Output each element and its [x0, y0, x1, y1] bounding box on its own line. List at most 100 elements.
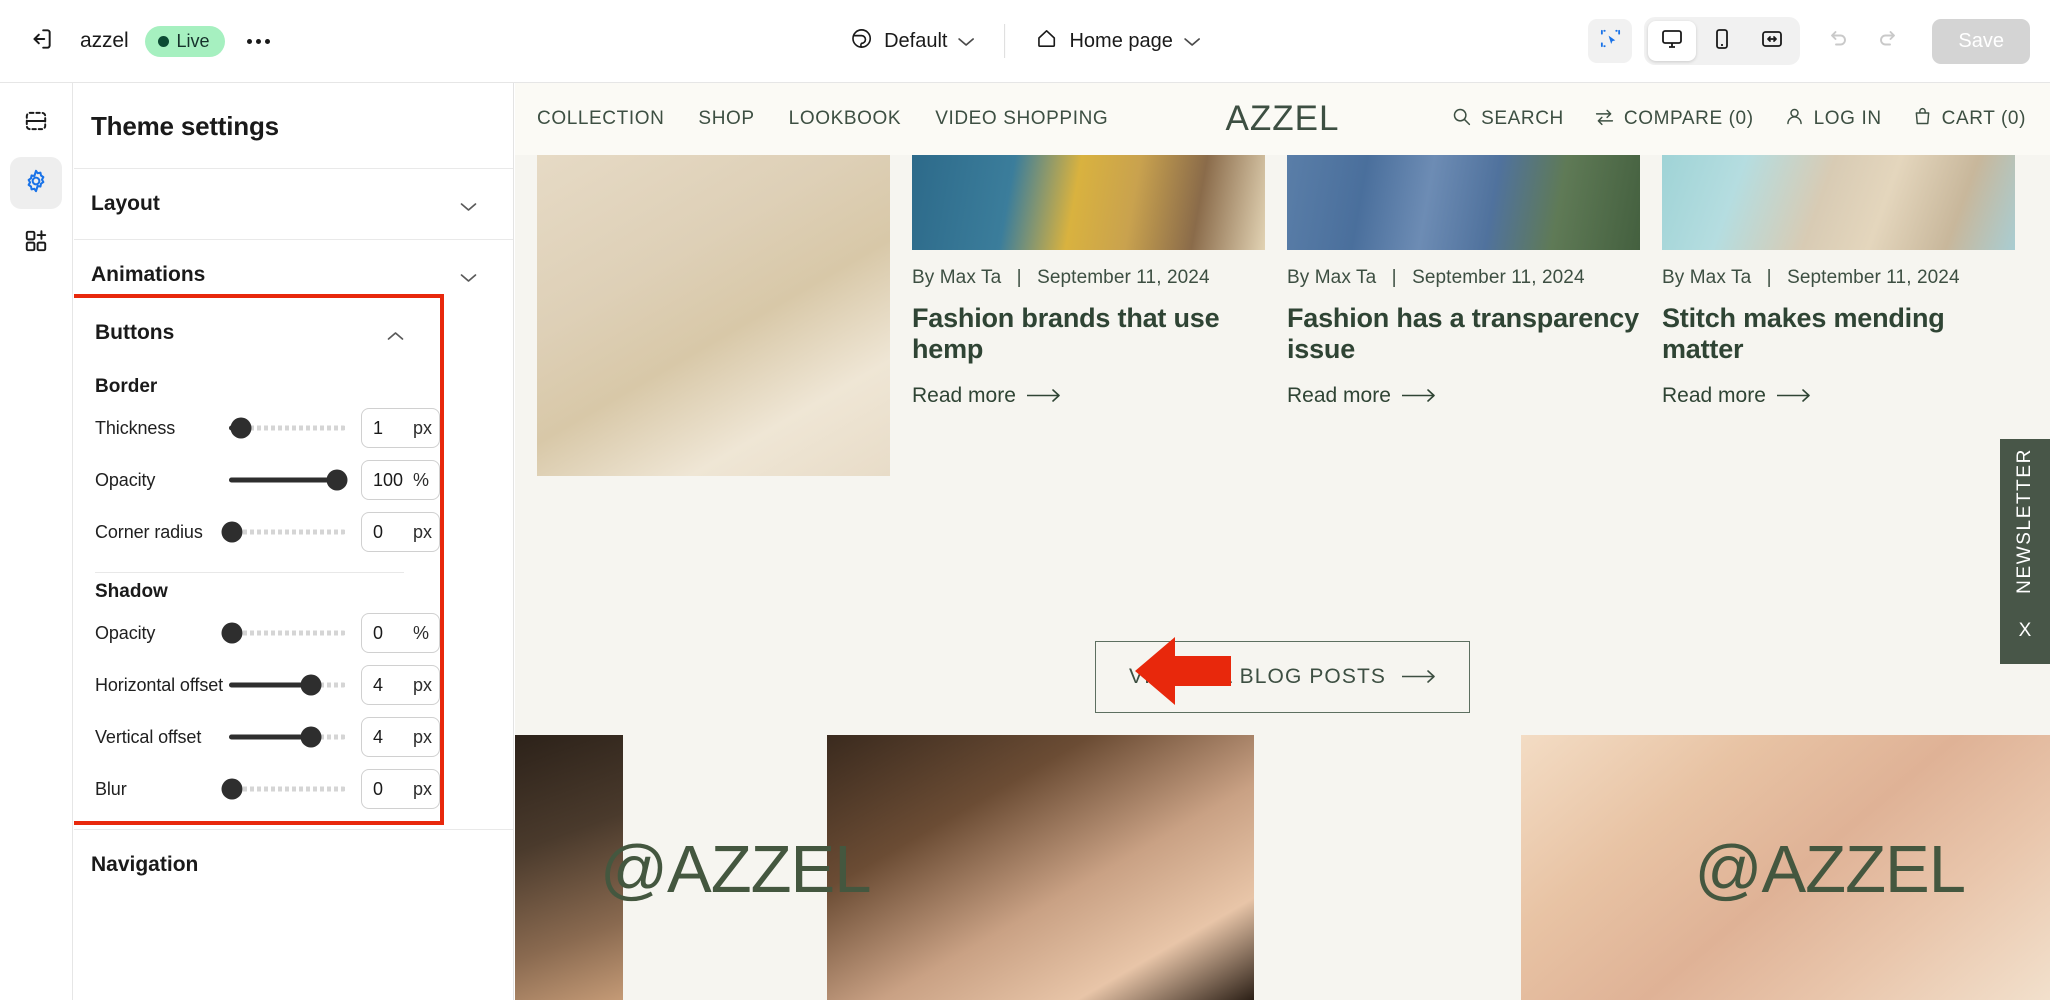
desktop-preview-button[interactable] — [1648, 21, 1697, 61]
theme-selector[interactable]: Default — [836, 18, 988, 65]
shadow-opacity-field[interactable]: % — [361, 613, 440, 653]
blog-title[interactable]: Stitch makes mending matter — [1662, 303, 2015, 364]
blog-title[interactable]: Fashion brands that use hemp — [912, 303, 1265, 364]
search-icon — [1451, 106, 1472, 133]
slider-thumb[interactable] — [300, 674, 322, 696]
compare-button[interactable]: COMPARE (0) — [1594, 106, 1754, 133]
redo-button[interactable] — [1866, 19, 1910, 63]
shadow-opacity-slider[interactable] — [221, 621, 346, 645]
select-tool-button[interactable] — [1588, 19, 1633, 63]
border-opacity-field[interactable]: % — [361, 460, 440, 500]
ellipsis-icon — [265, 38, 271, 44]
more-options-button[interactable] — [237, 19, 281, 63]
read-more-link[interactable]: Read more — [912, 384, 1265, 408]
ellipsis-icon — [256, 38, 262, 44]
vertical-offset-field[interactable]: px — [361, 717, 440, 757]
login-label: LOG IN — [1813, 108, 1882, 129]
setting-label: Opacity — [95, 622, 156, 643]
instagram-strip: @AZZEL @AZZEL — [515, 683, 2050, 1000]
corner-radius-input[interactable] — [373, 521, 413, 543]
horizontal-offset-slider[interactable] — [229, 673, 346, 697]
border-thickness-input[interactable] — [373, 417, 413, 439]
border-section-title: Border — [95, 376, 158, 397]
accordion-next-section[interactable]: Navigation — [74, 829, 513, 876]
corner-radius-field[interactable]: px — [361, 512, 440, 552]
nav-item-lookbook[interactable]: LOOKBOOK — [789, 108, 902, 130]
vertical-offset-input[interactable] — [373, 726, 413, 748]
slider-thumb[interactable] — [300, 726, 322, 748]
instagram-photo[interactable] — [515, 735, 623, 1000]
login-button[interactable]: LOG IN — [1784, 106, 1882, 133]
blog-title[interactable]: Fashion has a transparency issue — [1287, 303, 1640, 364]
apps-add-icon — [23, 228, 49, 259]
device-preview-group — [1644, 17, 1801, 65]
nav-item-video-shopping[interactable]: VIDEO SHOPPING — [935, 108, 1108, 130]
cart-button[interactable]: CART (0) — [1912, 106, 2026, 133]
horizontal-offset-field[interactable]: px — [361, 665, 440, 705]
accordion-buttons[interactable]: Buttons — [74, 298, 440, 368]
blog-card[interactable]: By Max Ta | September 11, 2024 Fashion b… — [912, 155, 1265, 476]
sidebar-item-theme-settings[interactable] — [10, 157, 62, 209]
sidebar-item-sections[interactable] — [10, 97, 62, 149]
blog-card[interactable] — [537, 155, 890, 476]
nav-item-collection[interactable]: COLLECTION — [537, 108, 664, 130]
slider-track — [229, 529, 346, 535]
setting-label: Thickness — [95, 417, 176, 438]
sections-icon — [23, 108, 49, 139]
blur-input[interactable] — [373, 778, 413, 800]
border-opacity-input[interactable] — [373, 469, 413, 491]
blog-author: By Max Ta — [912, 267, 1002, 288]
nav-item-shop[interactable]: SHOP — [698, 108, 754, 130]
instagram-photo[interactable] — [827, 735, 1254, 1000]
store-logo[interactable]: AZZEL — [1226, 99, 1340, 139]
close-icon[interactable]: X — [2019, 620, 2032, 642]
slider-thumb[interactable] — [230, 417, 252, 439]
read-more-label: Read more — [1662, 384, 1766, 407]
search-button[interactable]: SEARCH — [1451, 106, 1564, 133]
undo-button[interactable] — [1816, 19, 1860, 63]
newsletter-tab[interactable]: X NEWSLETTER — [2000, 439, 2050, 664]
mobile-preview-button[interactable] — [1698, 21, 1746, 61]
slider-thumb[interactable] — [221, 521, 243, 543]
blog-author: By Max Ta — [1287, 267, 1377, 288]
page-selector[interactable]: Home page — [1021, 18, 1213, 65]
topbar-left-group: azzel Live — [0, 18, 281, 64]
fullwidth-preview-button[interactable] — [1748, 21, 1796, 61]
slider-fill — [229, 477, 337, 483]
read-more-link[interactable]: Read more — [1662, 384, 2015, 408]
shop-name[interactable]: azzel — [80, 29, 129, 53]
save-button[interactable]: Save — [1932, 18, 2030, 64]
blog-thumbnail — [912, 155, 1265, 250]
meta-separator: | — [1016, 267, 1022, 288]
shadow-opacity-input[interactable] — [373, 622, 413, 644]
slider-thumb[interactable] — [326, 469, 348, 491]
ellipsis-icon — [247, 38, 253, 44]
border-thickness-field[interactable]: px — [361, 408, 440, 448]
corner-radius-slider[interactable] — [221, 520, 346, 544]
blog-card[interactable]: By Max Ta | September 11, 2024 Stitch ma… — [1662, 155, 2015, 476]
blur-slider[interactable] — [221, 777, 346, 801]
blog-author: By Max Ta — [1662, 267, 1752, 288]
border-thickness-slider[interactable] — [229, 416, 346, 440]
slider-thumb[interactable] — [221, 778, 243, 800]
meta-separator: | — [1391, 267, 1397, 288]
user-icon — [1784, 106, 1805, 133]
vertical-offset-slider[interactable] — [229, 725, 346, 749]
setting-label: Opacity — [95, 469, 156, 490]
blog-card[interactable]: By Max Ta | September 11, 2024 Fashion h… — [1287, 155, 1640, 476]
search-label: SEARCH — [1481, 108, 1564, 129]
blur-field[interactable]: px — [361, 769, 440, 809]
instagram-photo[interactable] — [1521, 735, 2050, 1000]
read-more-link[interactable]: Read more — [1287, 384, 1640, 408]
border-opacity-slider[interactable] — [229, 468, 348, 492]
read-more-label: Read more — [1287, 384, 1391, 407]
slider-fill — [229, 734, 311, 740]
accordion-label: Buttons — [95, 321, 175, 344]
page-value: Home page — [1069, 29, 1173, 52]
slider-thumb[interactable] — [221, 622, 243, 644]
accordion-layout[interactable]: Layout — [74, 168, 513, 239]
theme-value: Default — [884, 29, 948, 52]
horizontal-offset-input[interactable] — [373, 674, 413, 696]
exit-button[interactable] — [18, 18, 64, 64]
sidebar-item-apps[interactable] — [10, 217, 62, 269]
